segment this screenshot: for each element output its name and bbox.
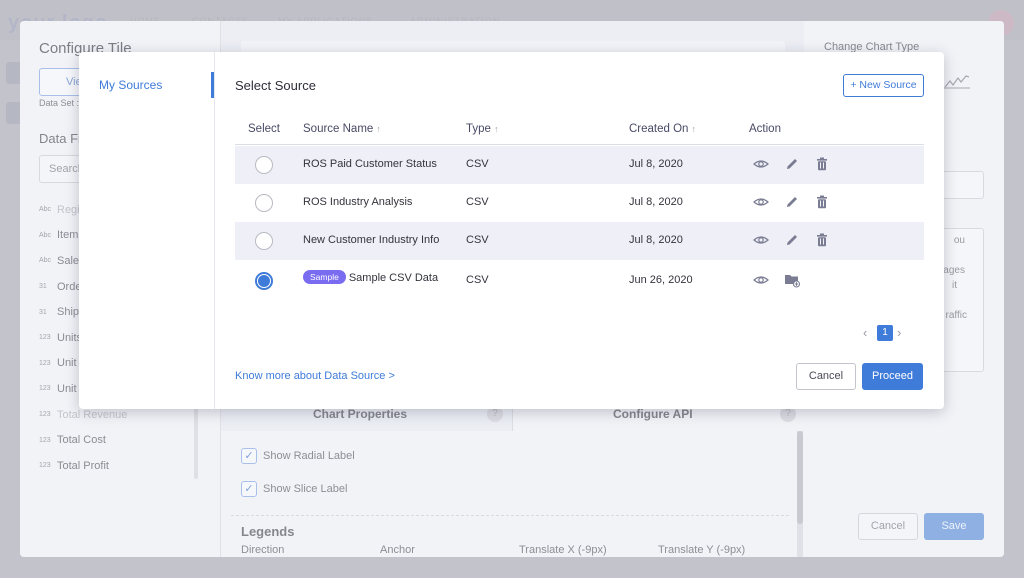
pagination-current-page[interactable]: 1 — [877, 325, 893, 341]
chart-properties-body: ✓ Show Radial Label ✓ Show Slice Label L… — [221, 431, 805, 557]
field-item[interactable]: 123 Total Profit — [39, 453, 129, 479]
eye-icon[interactable] — [753, 272, 769, 288]
field-label: Total Revenue — [57, 408, 128, 421]
legend-translate-x-label: Translate X (-9px) — [519, 544, 607, 556]
show-slice-label-checkbox[interactable]: ✓ Show Slice Label — [241, 481, 347, 497]
sort-arrow-icon[interactable]: ↑ — [691, 124, 696, 134]
number-type-icon: 123 — [39, 436, 51, 444]
pencil-icon[interactable] — [784, 194, 800, 210]
created-on: Jul 8, 2020 — [629, 234, 683, 246]
select-source-dialog: My Sources Select Source + New Source Se… — [79, 52, 944, 409]
sort-arrow-icon[interactable]: ↑ — [494, 124, 499, 134]
source-name-text: Sample CSV Data — [348, 272, 439, 284]
column-created-on[interactable]: Created On ↑ — [629, 123, 696, 135]
table-row[interactable]: Sample Sample CSV Data CSV Jun 26, 2020 — [235, 260, 924, 300]
table-header: Select Source Name ↑ Type ↑ Created On ↑ Ac… — [235, 123, 924, 145]
textarea-text: it — [952, 280, 957, 291]
column-label: Source Name — [303, 123, 374, 135]
divider — [231, 515, 789, 516]
source-name: ROS Paid Customer Status — [303, 158, 437, 170]
sidebar-item-my-sources[interactable]: My Sources — [99, 78, 162, 92]
source-type: CSV — [466, 274, 489, 286]
text-type-icon: Abc — [39, 257, 52, 265]
dialog-title: Select Source — [235, 78, 316, 93]
eye-icon[interactable] — [753, 194, 769, 210]
eye-icon[interactable] — [753, 232, 769, 248]
legend-direction-label: Direction — [241, 544, 285, 556]
checkbox-label: Show Slice Label — [263, 483, 348, 495]
line-chart-icon[interactable] — [944, 73, 970, 92]
pencil-icon[interactable] — [784, 156, 800, 172]
tile-save-button[interactable]: Save — [924, 513, 984, 540]
column-action: Action — [749, 123, 781, 135]
dialog-sidebar: My Sources — [79, 52, 215, 409]
field-label: Total Cost — [57, 434, 106, 447]
select-radio[interactable] — [255, 232, 273, 250]
pagination-prev[interactable]: ‹ — [863, 325, 867, 340]
table-row[interactable]: ROS Paid Customer Status CSV Jul 8, 2020 — [235, 146, 924, 184]
dialog-main: Select Source + New Source Select Source… — [215, 52, 944, 409]
number-type-icon: 123 — [39, 462, 51, 470]
select-radio-selected[interactable] — [255, 272, 273, 290]
calendar-icon: 31 — [39, 283, 47, 291]
sample-badge: Sample — [303, 270, 346, 284]
trash-icon[interactable] — [814, 194, 830, 210]
select-radio[interactable] — [255, 194, 273, 212]
number-type-icon: 123 — [39, 385, 51, 393]
checkbox-label: Show Radial Label — [263, 450, 355, 462]
table-row[interactable]: ROS Industry Analysis CSV Jul 8, 2020 — [235, 184, 924, 222]
new-source-button[interactable]: + New Source — [843, 74, 924, 97]
select-radio[interactable] — [255, 156, 273, 174]
sort-arrow-icon[interactable]: ↑ — [376, 124, 381, 134]
source-type: CSV — [466, 196, 489, 208]
number-type-icon: 123 — [39, 334, 51, 342]
column-source-name[interactable]: Source Name ↑ — [303, 123, 381, 135]
properties-scrollbar-thumb[interactable] — [797, 431, 803, 524]
legends-title: Legends — [241, 524, 295, 539]
know-more-link[interactable]: Know more about Data Source > — [235, 370, 395, 382]
proceed-button[interactable]: Proceed — [862, 363, 923, 390]
pencil-icon[interactable] — [784, 232, 800, 248]
number-type-icon: 123 — [39, 359, 51, 367]
legend-translate-y-label: Translate Y (-9px) — [658, 544, 746, 556]
table-row[interactable]: New Customer Industry Info CSV Jul 8, 20… — [235, 222, 924, 260]
source-name: New Customer Industry Info — [303, 234, 440, 246]
column-select: Select — [248, 123, 280, 135]
active-indicator — [211, 72, 214, 98]
column-label: Created On — [629, 123, 689, 135]
data-set-label: Data Set : — [39, 98, 80, 108]
trash-icon[interactable] — [814, 156, 830, 172]
textarea-text: raffic — [945, 310, 968, 321]
field-label: Total Profit — [57, 459, 109, 472]
text-type-icon: Abc — [39, 206, 52, 214]
source-name: ROS Industry Analysis — [303, 196, 413, 208]
source-type: CSV — [466, 158, 489, 170]
trash-icon[interactable] — [814, 232, 830, 248]
checkbox-checked-icon[interactable]: ✓ — [241, 481, 257, 497]
tile-cancel-button[interactable]: Cancel — [858, 513, 918, 540]
eye-icon[interactable] — [753, 156, 769, 172]
checkbox-checked-icon[interactable]: ✓ — [241, 448, 257, 464]
created-on: Jul 8, 2020 — [629, 158, 683, 170]
cancel-button[interactable]: Cancel — [796, 363, 856, 390]
column-type[interactable]: Type ↑ — [466, 123, 498, 135]
number-type-icon: 123 — [39, 411, 51, 419]
field-item[interactable]: 123 Total Cost — [39, 427, 129, 453]
created-on: Jul 8, 2020 — [629, 196, 683, 208]
column-label: Type — [466, 123, 491, 135]
text-type-icon: Abc — [39, 231, 52, 239]
legend-anchor-label: Anchor — [380, 544, 415, 556]
show-radial-label-checkbox[interactable]: ✓ Show Radial Label — [241, 448, 355, 464]
pagination-next[interactable]: › — [897, 325, 901, 340]
created-on: Jun 26, 2020 — [629, 274, 693, 286]
textarea-text: ou — [953, 235, 965, 246]
calendar-icon: 31 — [39, 308, 47, 316]
source-type: CSV — [466, 234, 489, 246]
source-name: Sample Sample CSV Data — [303, 270, 438, 284]
folder-add-icon[interactable] — [784, 272, 800, 288]
